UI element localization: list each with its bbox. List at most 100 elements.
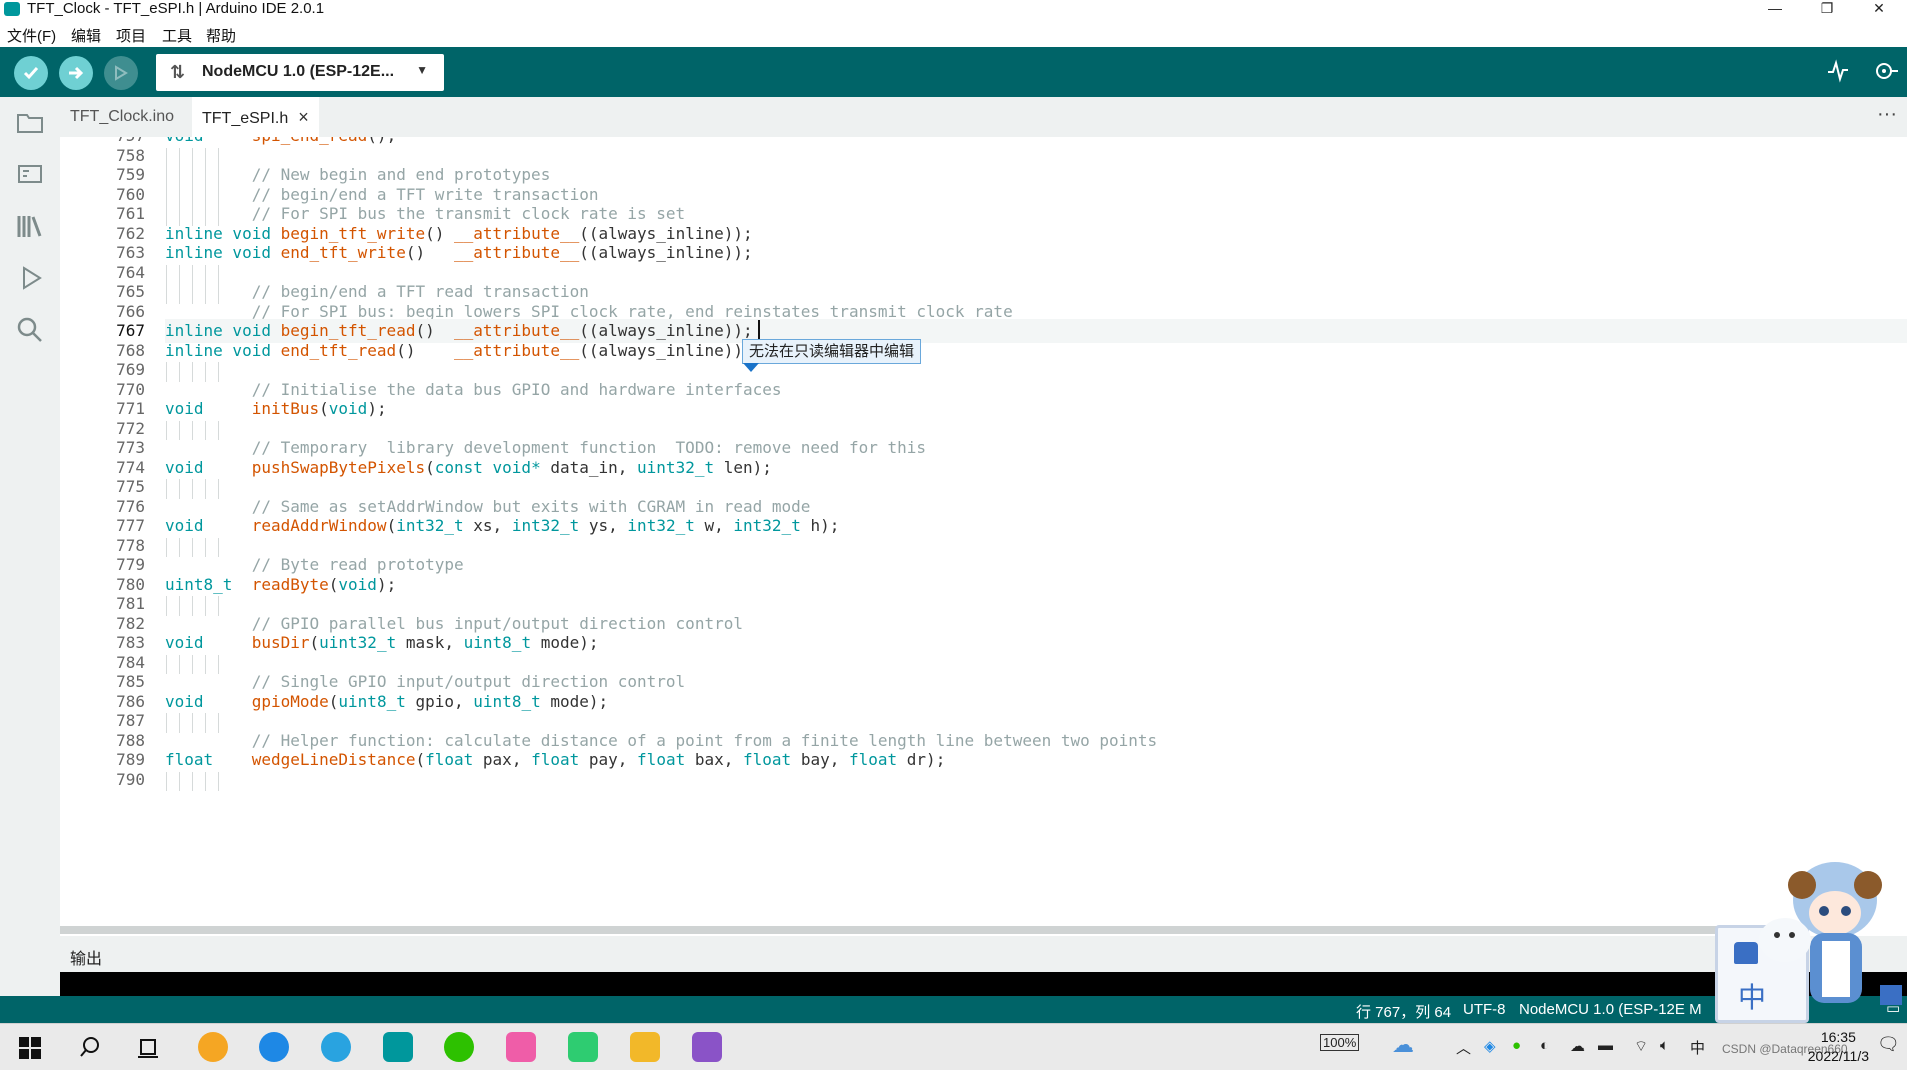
- indent-guide: [192, 264, 193, 304]
- menu-help[interactable]: 帮助: [206, 25, 236, 46]
- window-title: TFT_Clock - TFT_eSPI.h | Arduino IDE 2.0…: [27, 0, 325, 17]
- menu-sketch[interactable]: 项目: [116, 25, 146, 46]
- windows-start-icon[interactable]: [19, 1037, 41, 1059]
- tray-expand-icon[interactable]: ︿: [1456, 1037, 1471, 1058]
- close-icon[interactable]: ×: [298, 107, 309, 127]
- wifi-icon[interactable]: ⌔: [1634, 1037, 1648, 1056]
- edge-browser-icon[interactable]: [259, 1032, 289, 1062]
- indent-guide: [166, 479, 167, 499]
- taskbar-search-icon[interactable]: [79, 1036, 101, 1058]
- code-keyword: void: [165, 516, 204, 535]
- toolbar: ⇅ NodeMCU 1.0 (ESP-12E... ▼: [0, 47, 1907, 97]
- tab-tft-espi-h[interactable]: TFT_eSPI.h ×: [192, 97, 319, 137]
- indent-guide: [205, 713, 206, 733]
- file-explorer-icon[interactable]: [630, 1032, 660, 1062]
- ime-indicator[interactable]: 中: [1690, 1037, 1705, 1058]
- upload-button[interactable]: [59, 56, 93, 90]
- code-identifier: wedgeLineDistance: [251, 750, 416, 769]
- code-text: ((always_inline));: [579, 223, 753, 243]
- store-bag-icon[interactable]: [568, 1032, 598, 1062]
- board-selector[interactable]: ⇅ NodeMCU 1.0 (ESP-12E... ▼: [156, 54, 444, 91]
- code-text: ((always_inline));: [579, 340, 753, 360]
- ie-browser-icon[interactable]: [321, 1032, 351, 1062]
- debug-button[interactable]: [104, 56, 138, 90]
- boards-manager-icon[interactable]: [15, 159, 45, 189]
- library-manager-icon[interactable]: [15, 211, 45, 241]
- code-keyword: uint8_t: [165, 574, 233, 594]
- tooltip-arrow-icon: [743, 363, 759, 372]
- indent-guide: [192, 537, 193, 557]
- tray-wechat-icon[interactable]: ●: [1512, 1037, 1521, 1054]
- tray-qq-icon[interactable]: ◐: [1540, 1037, 1549, 1054]
- weather-icon[interactable]: ☁: [1392, 1032, 1414, 1058]
- arduino-taskbar-icon[interactable]: [383, 1032, 413, 1062]
- tab-tft-clock-ino[interactable]: TFT_Clock.ino: [60, 97, 184, 137]
- tray-cloud-icon[interactable]: ☁: [1570, 1037, 1585, 1055]
- code-text: mask,: [396, 633, 464, 652]
- code-editor[interactable]: 7577587597607617627637647657667677687697…: [60, 137, 1907, 932]
- close-window-button[interactable]: ✕: [1855, 0, 1903, 18]
- task-view-icon[interactable]: [137, 1037, 159, 1059]
- tab-label: TFT_eSPI.h: [202, 110, 289, 127]
- bilibili-icon[interactable]: [506, 1032, 536, 1062]
- code-keyword: float: [743, 750, 792, 769]
- tray-device-icon[interactable]: ▬: [1598, 1037, 1613, 1054]
- visual-studio-icon[interactable]: [692, 1032, 722, 1062]
- output-title: 输出: [70, 951, 103, 968]
- code-keyword: const void*: [434, 457, 541, 477]
- debug-panel-icon[interactable]: [15, 263, 45, 293]
- tray-app-icon[interactable]: ◈: [1484, 1037, 1496, 1055]
- indent-guide: [179, 596, 180, 616]
- indent-guide: [192, 654, 193, 674]
- code-text: (): [405, 243, 454, 262]
- serial-plotter-button[interactable]: [1826, 59, 1850, 89]
- wechat-icon[interactable]: [444, 1032, 474, 1062]
- code-keyword: inline void: [165, 223, 281, 243]
- menu-edit[interactable]: 编辑: [71, 25, 101, 46]
- code-keyword: uint8_t: [473, 691, 541, 711]
- code-comment: // For SPI bus: begin lowers SPI clock r…: [251, 301, 1013, 321]
- cursor-position[interactable]: 行 767，列 64: [1356, 1001, 1451, 1022]
- code-line[interactable]: [165, 768, 1907, 792]
- minimize-button[interactable]: —: [1751, 0, 1799, 18]
- code-keyword: void: [165, 691, 204, 711]
- indent-guide: [192, 420, 193, 440]
- battery-indicator[interactable]: 100%: [1320, 1034, 1360, 1051]
- indent-guide: [218, 713, 219, 733]
- code-area[interactable]: void spi_end_read(); // New begin and en…: [165, 137, 1907, 932]
- code-identifier: readByte: [251, 574, 329, 594]
- indent-guide: [166, 596, 167, 616]
- serial-monitor-button[interactable]: [1873, 59, 1899, 89]
- code-keyword: uint32_t: [319, 633, 397, 652]
- menu-tools[interactable]: 工具: [162, 25, 192, 46]
- code-text: (): [415, 321, 454, 340]
- code-text: );: [367, 399, 387, 418]
- taskbar-clock[interactable]: 16:35 2022/11/3: [1808, 1028, 1869, 1066]
- usb-icon: ⇅: [170, 62, 186, 82]
- more-actions-icon[interactable]: ···: [1877, 97, 1897, 131]
- code-identifier: initBus: [251, 399, 320, 418]
- code-keyword: void: [165, 399, 204, 418]
- verify-button[interactable]: [14, 56, 48, 90]
- menu-file[interactable]: 文件(F): [7, 25, 56, 46]
- file-encoding[interactable]: UTF-8: [1463, 1001, 1506, 1018]
- output-console[interactable]: [60, 972, 1907, 996]
- notification-icon[interactable]: 🗨︎: [1877, 1034, 1900, 1055]
- search-app-icon[interactable]: [198, 1032, 228, 1062]
- code-identifier: begin_tft_read: [280, 321, 416, 340]
- folder-icon[interactable]: [15, 107, 45, 137]
- status-board[interactable]: NodeMCU 1.0 (ESP-12E M: [1519, 1001, 1702, 1018]
- indent-guide: [218, 771, 219, 791]
- volume-icon[interactable]: 🔈︎: [1660, 1037, 1669, 1054]
- maximize-button[interactable]: ❐: [1803, 0, 1851, 18]
- horizontal-scrollbar[interactable]: [60, 926, 1720, 934]
- search-icon[interactable]: [15, 315, 45, 345]
- battery-level: 100%: [1323, 1035, 1357, 1050]
- indent-guide: [218, 264, 219, 304]
- indent-guide: [166, 537, 167, 557]
